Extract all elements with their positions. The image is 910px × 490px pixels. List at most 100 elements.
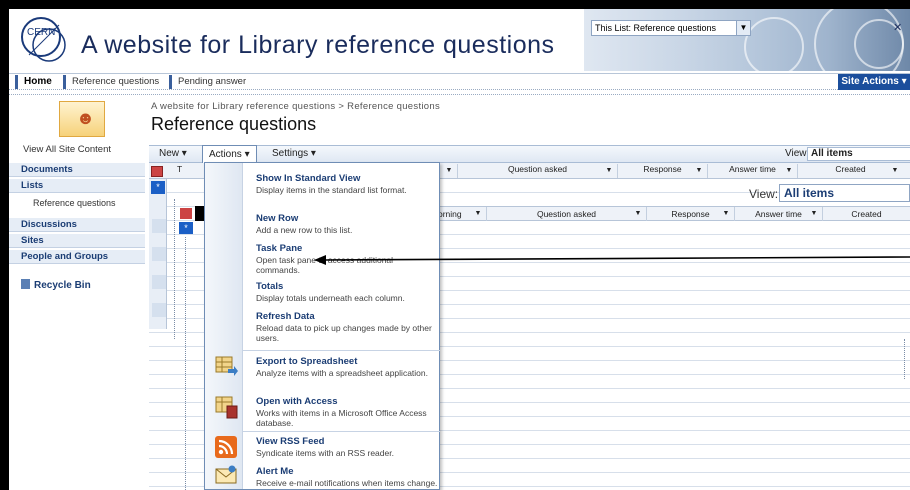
nav-discussions[interactable]: Discussions (9, 218, 145, 232)
cern-logo[interactable]: CERN (19, 15, 69, 65)
chevron-down-icon: ▼ (605, 167, 613, 174)
column-header-fragment[interactable]: T (177, 164, 197, 178)
column-label: Response (671, 209, 710, 219)
alert-envelope-icon (215, 465, 237, 484)
column-label: Created (835, 164, 866, 174)
site-header: CERN A website for Library reference que… (9, 9, 910, 89)
chevron-down-icon: ▼ (736, 21, 750, 35)
menu-item-description: Works with items in a Microsoft Office A… (256, 408, 427, 428)
view-selector[interactable]: All items (779, 184, 910, 202)
new-row-star-icon[interactable]: * (151, 181, 165, 194)
edit-icon[interactable] (180, 208, 192, 219)
tab-home[interactable]: Home (15, 75, 52, 89)
view-label: View: (785, 148, 810, 159)
site-title[interactable]: A website for Library reference question… (81, 31, 555, 60)
nav-sites[interactable]: Sites (9, 234, 145, 248)
resize-handle[interactable] (904, 339, 910, 379)
menu-item-title: Open with Access (256, 396, 338, 407)
search-go-icon[interactable]: ✕ (893, 21, 902, 34)
row-header[interactable] (152, 247, 166, 261)
nav-documents[interactable]: Documents (9, 163, 145, 177)
person-icon: ☻ (76, 108, 95, 128)
menu-item-description: Receive e-mail notifications when items … (256, 478, 438, 488)
export-spreadsheet-icon (215, 356, 238, 376)
column-created[interactable]: Created ▼ (797, 164, 903, 178)
menu-item-description: Reload data to pick up changes made by o… (256, 323, 432, 343)
settings-menu-button[interactable]: Settings ▾ (272, 148, 316, 159)
row-header[interactable] (152, 303, 166, 317)
chevron-down-icon: ▼ (634, 210, 642, 217)
column-filter-arrow[interactable]: ▼ (439, 164, 457, 178)
recycle-bin-link[interactable]: Recycle Bin (21, 279, 91, 291)
nav-people-and-groups[interactable]: People and Groups (9, 250, 145, 264)
column-label: orning (438, 209, 462, 219)
menu-item-title: View RSS Feed (256, 436, 325, 447)
site-actions-button[interactable]: Site Actions ▾ (838, 74, 910, 90)
column-label: Response (643, 164, 682, 174)
tab-pending-answer[interactable]: Pending answer (169, 75, 246, 89)
chevron-down-icon: ▼ (695, 167, 703, 174)
menu-item-description: Display totals underneath each column. (256, 293, 405, 303)
column-partial[interactable]: orning ▼ (438, 207, 486, 221)
chevron-down-icon: ▼ (722, 210, 730, 217)
menu-item-alert-me[interactable]: Alert Me Receive e-mail notifications wh… (243, 466, 439, 488)
menu-item-export-to-spreadsheet[interactable]: Export to Spreadsheet Analyze items with… (243, 356, 439, 378)
menu-item-refresh-data[interactable]: Refresh Data Reload data to pick up chan… (243, 311, 439, 343)
column-label: Answer time (729, 164, 776, 174)
menu-item-show-standard-view[interactable]: Show In Standard View Display items in t… (243, 173, 439, 195)
menu-item-title: New Row (256, 213, 299, 224)
search-scope-select[interactable]: This List: Reference questions ▼ (591, 20, 751, 36)
tab-reference-questions[interactable]: Reference questions (63, 75, 159, 89)
column-question-asked[interactable]: Question asked ▼ (486, 207, 646, 221)
column-question-asked[interactable]: Question asked ▼ (457, 164, 617, 178)
list-page-icon: ☻ (59, 101, 105, 137)
menu-item-title: Export to Spreadsheet (256, 356, 358, 367)
header-decoration (584, 9, 910, 89)
view-selector[interactable]: All items (807, 147, 910, 161)
new-row-star-icon[interactable]: * (179, 222, 193, 234)
menu-item-title: Alert Me (256, 466, 294, 477)
menu-item-title: Show In Standard View (256, 173, 361, 184)
search-scope-value: This List: Reference questions (595, 23, 717, 33)
column-answer-time[interactable]: Answer time ▼ (734, 207, 822, 221)
new-menu-button[interactable]: New ▾ (159, 148, 187, 159)
nav-lists[interactable]: Lists (9, 179, 145, 193)
global-nav: Home Reference questions Pending answer … (9, 73, 910, 90)
row-header[interactable] (152, 275, 166, 289)
chevron-down-icon: ▼ (474, 210, 482, 217)
grid-divider (185, 237, 186, 490)
menu-item-open-with-access[interactable]: Open with Access Works with items in a M… (243, 396, 439, 428)
open-with-access-icon (215, 396, 238, 419)
menu-item-view-rss-feed[interactable]: View RSS Feed Syndicate items with an RS… (243, 436, 439, 458)
breadcrumb[interactable]: A website for Library reference question… (151, 101, 440, 112)
chevron-down-icon: ▼ (445, 167, 453, 174)
view-label: View: (749, 187, 779, 201)
view-all-site-content-link[interactable]: View All Site Content (23, 144, 111, 155)
menu-item-description: Add a new row to this list. (256, 225, 353, 235)
chevron-down-icon: ▼ (785, 167, 793, 174)
actions-menu: Show In Standard View Display items in t… (204, 162, 440, 490)
nav-lists-reference-questions[interactable]: Reference questions (33, 198, 116, 208)
column-created[interactable]: Created (822, 207, 910, 221)
column-answer-time[interactable]: Answer time ▼ (707, 164, 797, 178)
menu-separator (243, 350, 440, 351)
column-label: Question asked (507, 164, 568, 174)
menu-separator (243, 431, 440, 432)
menu-item-new-row[interactable]: New Row Add a new row to this list. (243, 213, 439, 235)
annotation-arrow (314, 255, 910, 265)
column-label: Question asked (536, 209, 597, 219)
column-response[interactable]: Response ▼ (646, 207, 734, 221)
row-header[interactable] (152, 219, 166, 233)
menu-item-totals[interactable]: Totals Display totals underneath each co… (243, 281, 439, 303)
column-label: Created (851, 209, 882, 219)
rss-feed-icon (215, 436, 237, 458)
column-response[interactable]: Response ▼ (617, 164, 707, 178)
recycle-bin-label: Recycle Bin (34, 280, 91, 291)
edit-icon[interactable] (151, 166, 163, 177)
page-title: Reference questions (151, 114, 317, 134)
chevron-down-icon: ▼ (810, 210, 818, 217)
menu-item-description: Syndicate items with an RSS reader. (256, 448, 394, 458)
column-label: Answer time (755, 209, 802, 219)
menu-item-title: Refresh Data (256, 311, 315, 322)
grid-divider (174, 199, 175, 339)
